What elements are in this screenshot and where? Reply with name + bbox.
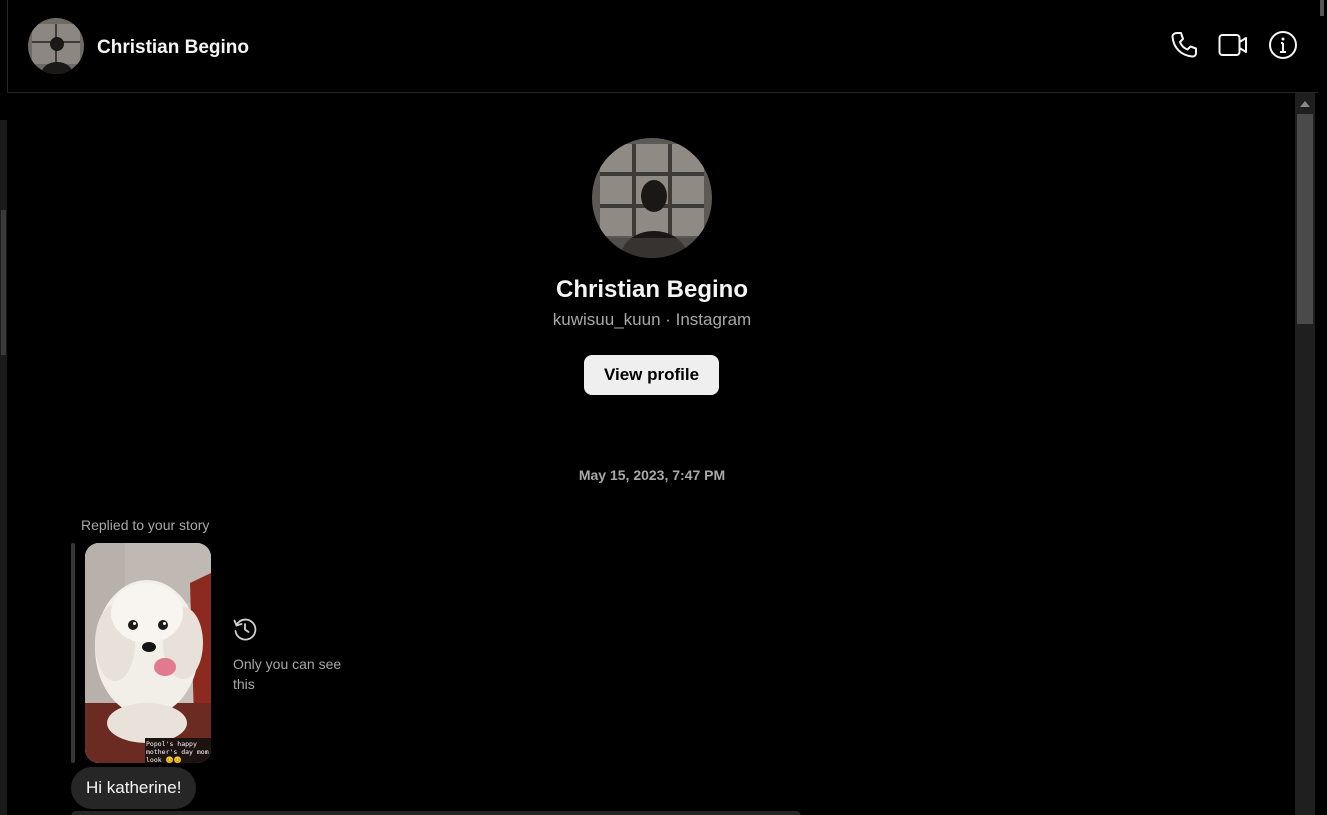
replied-to-story-label: Replied to your story (81, 517, 210, 533)
profile-avatar[interactable] (592, 138, 712, 258)
scroll-up-arrow-icon[interactable] (1300, 101, 1310, 107)
message-bubble-partial[interactable] (71, 811, 801, 815)
avatar[interactable] (28, 18, 84, 74)
header-contact-name[interactable]: Christian Begino (97, 37, 249, 59)
story-thumbnail[interactable] (85, 543, 211, 763)
history-icon (232, 616, 258, 642)
message-bubble[interactable]: Hi katherine! (71, 767, 197, 809)
visibility-note: Only you can see this (233, 656, 342, 692)
story-caption: Popol's happy mother's day mom look 😊😊 (146, 740, 209, 764)
profile-username-source: kuwisuu_kuun · Instagram (552, 310, 752, 329)
phone-icon[interactable] (1168, 29, 1200, 61)
right-window-edge (1318, 0, 1327, 815)
left-scroll-thumb[interactable] (1, 210, 6, 355)
scrollbar-thumb[interactable] (1297, 114, 1313, 324)
profile-name: Christian Begino (555, 276, 748, 303)
view-profile-button[interactable]: View profile (584, 355, 719, 395)
info-icon[interactable] (1267, 29, 1299, 61)
chat-header: Christian Begino (7, 0, 1318, 93)
right-edge-marker (1320, 0, 1324, 16)
video-camera-icon[interactable] (1217, 29, 1249, 61)
thread-scrollbar[interactable] (1295, 93, 1315, 815)
left-window-edge (0, 0, 7, 815)
reply-indicator-bar (71, 543, 75, 763)
thread-timestamp: May 15, 2023, 7:47 PM (578, 467, 726, 483)
